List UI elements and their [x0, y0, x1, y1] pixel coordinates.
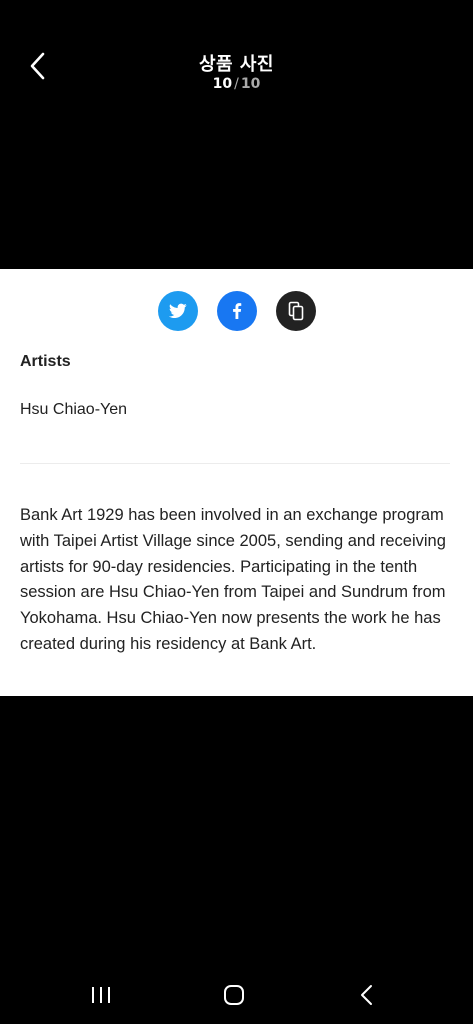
- share-row: [0, 291, 473, 331]
- copy-link-button[interactable]: [275, 291, 316, 331]
- divider: [20, 463, 450, 464]
- counter-current: 10: [212, 76, 233, 92]
- header: 상품 사진 10/10: [0, 0, 473, 120]
- details-card: Artists Hsu Chiao-Yen Bank Art 1929 has …: [0, 269, 473, 696]
- artist-name: Hsu Chiao-Yen: [20, 401, 128, 418]
- home-button[interactable]: [214, 980, 254, 1010]
- share-facebook-button[interactable]: [216, 291, 257, 331]
- home-icon: [224, 985, 244, 1005]
- share-twitter-button[interactable]: [157, 291, 198, 331]
- copy-icon: [288, 301, 303, 321]
- twitter-icon: [168, 303, 187, 319]
- page-title: 상품 사진: [198, 54, 274, 75]
- artists-label: Artists: [20, 353, 71, 370]
- counter-total: 10: [240, 76, 261, 92]
- image-counter: 10/10: [0, 76, 473, 92]
- recents-icon: [92, 987, 110, 1003]
- back-icon: [361, 985, 372, 1005]
- description-text: Bank Art 1929 has been involved in an ex…: [20, 506, 446, 653]
- counter-separator: /: [234, 76, 239, 92]
- screen: 상품 사진 10/10 Artists Hsu Chiao-Yen Bank A…: [0, 0, 473, 1024]
- system-navbar: [0, 960, 473, 1024]
- facebook-icon: [232, 303, 241, 319]
- nav-back-button[interactable]: [347, 980, 387, 1010]
- recents-button[interactable]: [81, 980, 121, 1010]
